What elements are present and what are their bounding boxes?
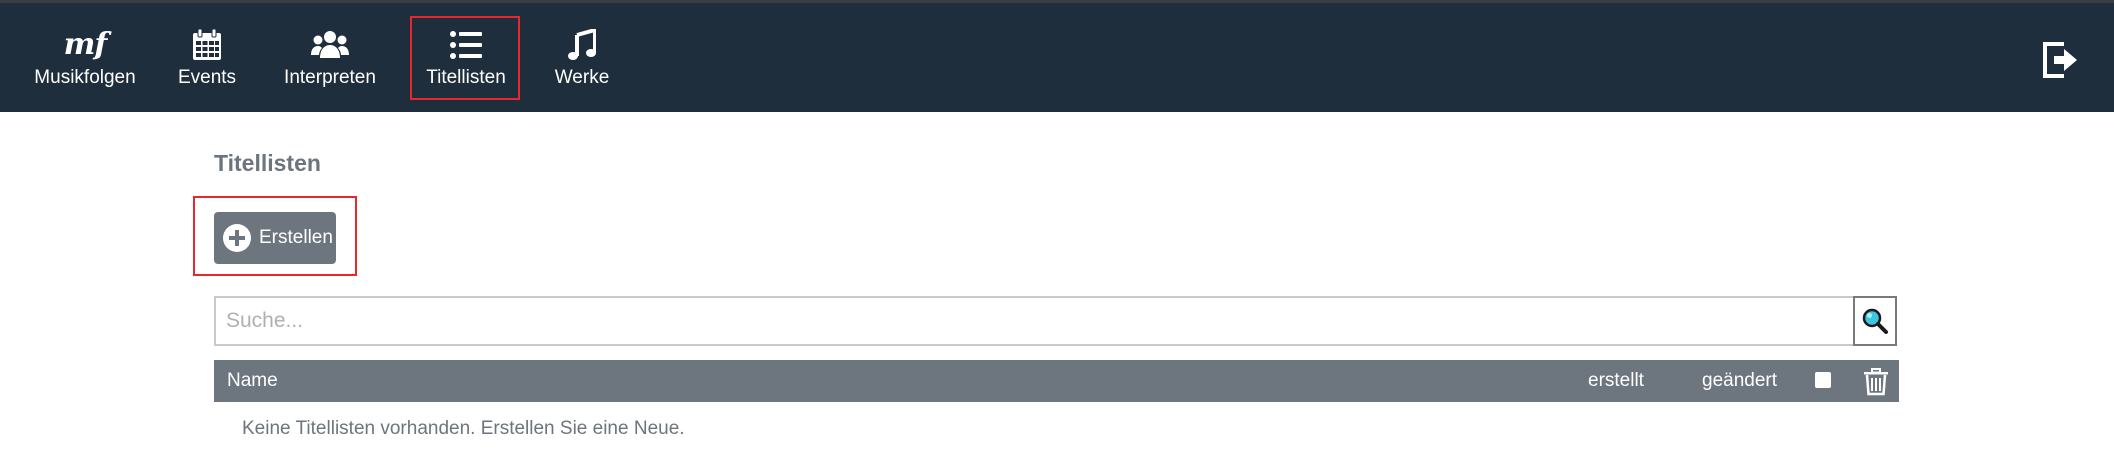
nav-item-titellisten[interactable]: Titellisten: [417, 3, 515, 112]
nav-item-label: Titellisten: [426, 66, 506, 88]
column-header-created[interactable]: erstellt: [1588, 360, 1644, 402]
search-bar: [214, 296, 1897, 346]
nav-item-interpreten[interactable]: Interpreten: [280, 3, 380, 112]
table-header: Name erstellt geändert: [214, 360, 1899, 402]
column-header-name[interactable]: Name: [227, 360, 278, 402]
nav-item-werke[interactable]: Werke: [552, 3, 612, 112]
magnifier-icon: [1862, 308, 1888, 334]
nav-item-label: Werke: [554, 66, 610, 88]
users-icon: [311, 27, 349, 63]
musikfolgen-logo-icon: mf: [63, 26, 108, 62]
nav-item-label: Musikfolgen: [34, 66, 136, 88]
nav-item-musikfolgen[interactable]: mf Musikfolgen: [34, 3, 136, 112]
sign-out-icon[interactable]: [2042, 41, 2078, 79]
list-icon: [450, 27, 482, 63]
create-button-label: Erstellen: [259, 227, 333, 248]
calendar-icon: [192, 27, 222, 63]
select-all-checkbox[interactable]: [1815, 372, 1831, 388]
nav-item-label: Events: [177, 66, 237, 88]
top-navbar: mf Musikfolgen Events Interpreten Titell…: [0, 3, 2114, 112]
search-input[interactable]: [214, 296, 1854, 346]
nav-item-events[interactable]: Events: [176, 3, 238, 112]
search-button[interactable]: [1853, 296, 1897, 346]
main-content: Titellisten Erstellen Name erstellt geän…: [0, 112, 2114, 466]
empty-table-message: Keine Titellisten vorhanden. Erstellen S…: [242, 418, 685, 439]
plus-circle-icon: [222, 223, 252, 253]
nav-item-label: Interpreten: [284, 66, 376, 88]
trash-icon[interactable]: [1863, 368, 1889, 396]
page-title: Titellisten: [214, 150, 321, 176]
column-header-changed[interactable]: geändert: [1702, 360, 1777, 402]
create-button[interactable]: Erstellen: [214, 212, 336, 264]
music-note-icon: [568, 27, 596, 63]
